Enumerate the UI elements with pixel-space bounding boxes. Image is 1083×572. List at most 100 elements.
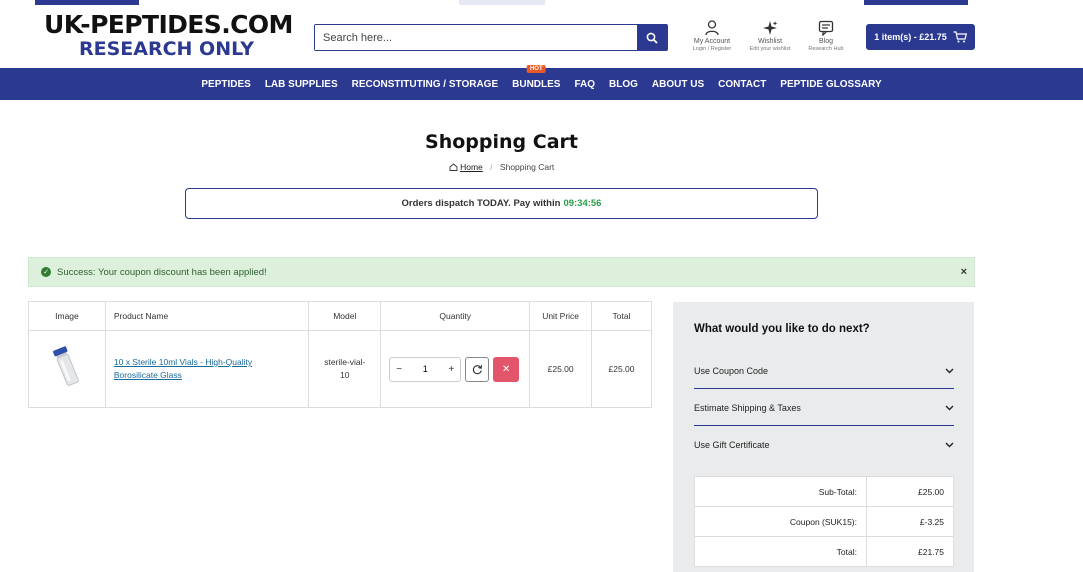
product-name-cell: 10 x Sterile 10ml Vials - High-Quality B… (104, 330, 310, 408)
wishlist-sub: Edit your wishlist (749, 46, 791, 52)
dispatch-banner: Orders dispatch TODAY. Pay within 09:34:… (185, 188, 818, 219)
totals-table: Sub-Total: £25.00 Coupon (SUK15): £-3.25… (694, 476, 954, 567)
nav-about-us[interactable]: ABOUT US (652, 79, 704, 90)
nav-lab-supplies[interactable]: LAB SUPPLIES (265, 79, 338, 90)
totals-row-subtotal: Sub-Total: £25.00 (694, 476, 954, 507)
remove-item-button[interactable]: ✕ (493, 356, 520, 382)
logo-text-sub: RESEARCH ONLY (78, 38, 255, 60)
totals-row-coupon: Coupon (SUK15): £-3.25 (694, 506, 954, 537)
blog-label: Blog (818, 38, 833, 45)
chevron-down-icon (945, 405, 954, 410)
search-icon (646, 32, 658, 44)
top-strip-right (864, 0, 968, 5)
coupon-value: £-3.25 (866, 506, 954, 537)
search-button[interactable] (637, 25, 667, 50)
page-title: Shopping Cart (425, 131, 578, 153)
home-icon (449, 163, 458, 171)
search-bar (314, 24, 668, 51)
chevron-down-icon (945, 368, 954, 373)
my-account-link[interactable]: My Account Login / Register (682, 20, 742, 53)
qty-minus-button[interactable]: − (396, 364, 402, 375)
accordion-gift-label: Use Gift Certificate (694, 440, 770, 450)
nav-peptides[interactable]: PEPTIDES (201, 79, 250, 90)
my-account-sub: Login / Register (692, 46, 732, 52)
nav-faq[interactable]: FAQ (574, 79, 595, 90)
quantity-stepper: − + (389, 356, 462, 382)
accordion-coupon-label: Use Coupon Code (694, 365, 769, 376)
dispatch-timer: 09:34:56 (563, 198, 602, 209)
col-image: Image (28, 301, 106, 331)
model-line2: 10 (340, 370, 350, 380)
chevron-down-icon (945, 442, 954, 448)
accordion-gift-certificate[interactable]: Use Gift Certificate (694, 427, 954, 463)
blog-link[interactable]: Blog Research Hub (796, 20, 856, 53)
site-logo[interactable]: UK-PEPTIDES.COM RESEARCH ONLY (44, 12, 293, 61)
wishlist-label: Wishlist (757, 38, 783, 45)
total-label: Total: (694, 536, 867, 567)
alert-text: Success: Your coupon discount has been a… (57, 266, 267, 278)
chat-icon (818, 20, 834, 36)
subtotal-label: Sub-Total: (694, 476, 867, 507)
quantity-cell: − + ✕ (380, 330, 531, 408)
sparkle-icon (763, 21, 778, 35)
refresh-icon (472, 364, 482, 374)
nav-contact[interactable]: CONTACT (718, 79, 766, 90)
breadcrumb-current: Shopping Cart (499, 162, 555, 172)
hot-badge: HOT (526, 64, 546, 73)
cart-icon (953, 31, 967, 43)
search-input[interactable] (315, 25, 637, 50)
update-quantity-button[interactable] (465, 356, 490, 382)
nav-peptide-glossary[interactable]: PEPTIDE GLOSSARY (780, 79, 881, 90)
alert-close-icon[interactable]: × (961, 266, 967, 278)
success-alert: ✓ Success: Your coupon discount has been… (28, 257, 975, 287)
totals-row-total: Total: £21.75 (694, 536, 954, 567)
total-cell: £25.00 (591, 330, 652, 408)
accordion-estimate-shipping[interactable]: Estimate Shipping & Taxes (694, 390, 954, 426)
main-nav: PEPTIDES LAB SUPPLIES RECONSTITUTING / S… (0, 64, 1083, 100)
nav-bundles[interactable]: HOT BUNDLES (512, 64, 561, 90)
col-model: Model (308, 301, 382, 331)
subtotal-value: £25.00 (866, 476, 954, 507)
nav-blog[interactable]: BLOG (609, 79, 638, 90)
quantity-input[interactable] (415, 364, 436, 374)
product-name-link[interactable]: 10 x Sterile 10ml Vials - High-Quality B… (114, 356, 309, 382)
table-row: 10 x Sterile 10ml Vials - High-Quality B… (28, 330, 652, 408)
accordion-shipping-label: Estimate Shipping & Taxes (694, 402, 801, 413)
my-account-label: My Account (693, 38, 731, 45)
cart-button[interactable]: 1 item(s) - £21.75 (866, 24, 975, 50)
breadcrumb: Home / Shopping Cart (0, 162, 1003, 172)
user-icon (705, 20, 719, 36)
product-name-line1: 10 x Sterile 10ml Vials - High-Quality (113, 357, 253, 367)
cart-table: Image Product Name Model Quantity Unit P… (28, 301, 652, 408)
dispatch-text: Orders dispatch TODAY. Pay within (401, 198, 561, 209)
breadcrumb-home-link[interactable]: Home (460, 162, 483, 172)
nav-reconstituting-storage[interactable]: RECONSTITUTING / STORAGE (352, 79, 499, 90)
breadcrumb-separator: / (490, 162, 493, 172)
top-strip-mid (459, 0, 545, 5)
col-product-name: Product Name (104, 301, 310, 331)
accordion-coupon-code[interactable]: Use Coupon Code (694, 353, 954, 389)
product-image[interactable] (28, 330, 106, 408)
wishlist-link[interactable]: Wishlist Edit your wishlist (740, 20, 800, 53)
unit-price-cell: £25.00 (529, 330, 593, 408)
model-cell: sterile-vial- 10 (308, 330, 382, 408)
page: UK-PEPTIDES.COM RESEARCH ONLY My Account… (0, 0, 1083, 572)
check-circle-icon: ✓ (41, 267, 51, 277)
col-quantity: Quantity (380, 301, 531, 331)
col-total: Total (591, 301, 652, 331)
quantity-controls: − + ✕ (389, 356, 529, 382)
vial-product-image (53, 346, 79, 386)
product-name-line2: Borosilicate Glass (113, 370, 182, 380)
close-icon: ✕ (502, 363, 511, 375)
cart-button-label: 1 item(s) - £21.75 (874, 32, 947, 42)
coupon-label: Coupon (SUK15): (694, 506, 867, 537)
nav-bundles-label: BUNDLES (512, 78, 561, 90)
next-steps-panel: What would you like to do next? Use Coup… (673, 302, 974, 572)
qty-plus-button[interactable]: + (448, 364, 454, 375)
table-header-row: Image Product Name Model Quantity Unit P… (28, 301, 652, 331)
col-unit-price: Unit Price (529, 301, 593, 331)
blog-sub: Research Hub (808, 46, 844, 52)
model-line1: sterile-vial- (324, 357, 366, 367)
total-value: £21.75 (866, 536, 954, 567)
next-steps-title: What would you like to do next? (694, 323, 870, 335)
